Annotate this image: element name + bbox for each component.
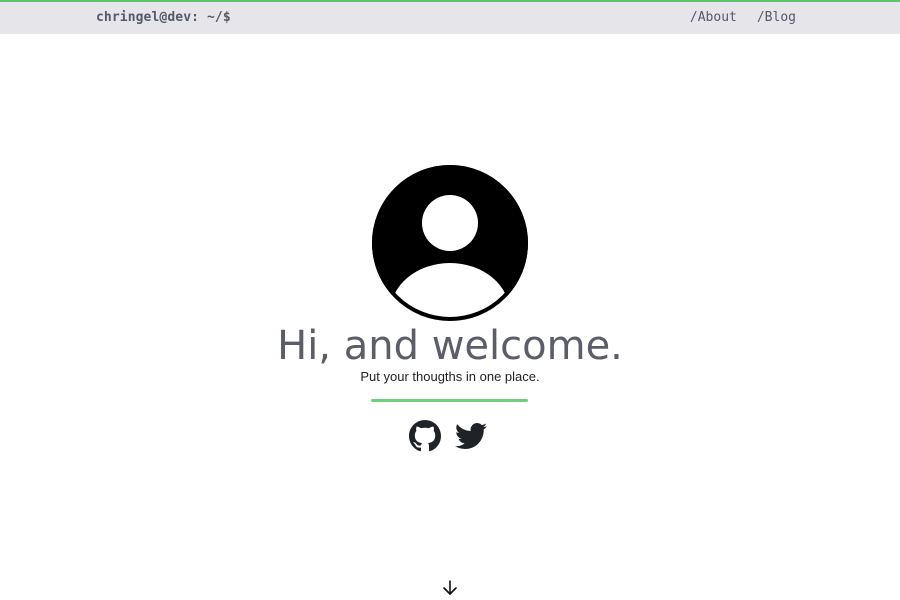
hero-subtitle: Put your thougths in one place. — [360, 369, 540, 384]
hero-title: Hi, and welcome. — [277, 323, 623, 369]
site-brand[interactable]: chringel@dev: ~/$ — [96, 10, 231, 25]
user-avatar-icon — [372, 165, 528, 321]
twitter-icon[interactable] — [455, 420, 487, 452]
nav-link-about[interactable]: /About — [690, 10, 737, 25]
social-links — [409, 420, 487, 452]
arrow-down-icon[interactable] — [440, 578, 460, 600]
main-nav: /About /Blog — [690, 10, 796, 25]
top-navigation-bar: chringel@dev: ~/$ /About /Blog — [0, 0, 900, 34]
accent-divider — [371, 399, 528, 402]
nav-link-blog[interactable]: /Blog — [757, 10, 796, 25]
github-icon[interactable] — [409, 420, 441, 452]
